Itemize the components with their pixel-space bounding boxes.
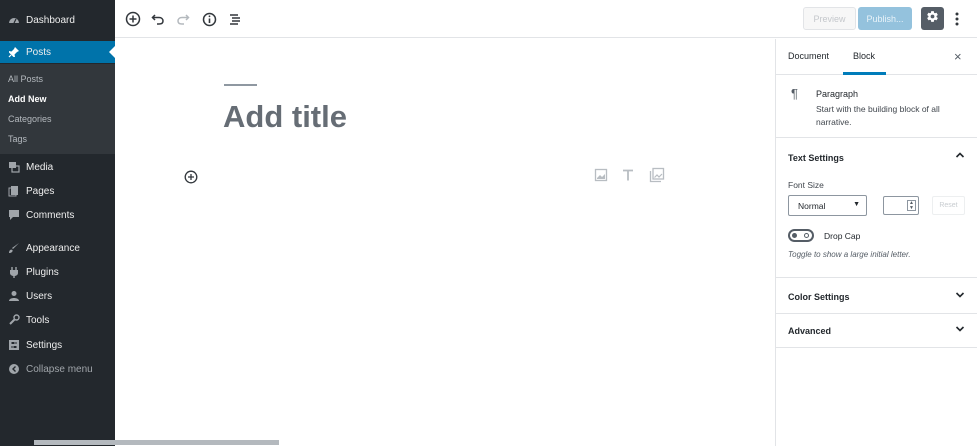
sidebar-item-settings[interactable]: Settings [0, 334, 115, 356]
color-settings-panel[interactable]: Color Settings [776, 279, 977, 314]
block-inserter-icon[interactable] [183, 169, 199, 185]
drop-cap-help-text: Toggle to show a large initial letter. [788, 250, 911, 259]
toggle-off-indicator [804, 233, 809, 238]
sidebar-item-label: Media [26, 161, 54, 173]
sidebar-item-dashboard[interactable]: Dashboard [0, 9, 115, 31]
drop-cap-toggle[interactable] [788, 229, 814, 242]
add-block-icon[interactable] [123, 9, 143, 29]
submenu-item-add-new[interactable]: Add New [8, 94, 47, 104]
tab-document[interactable]: Document [788, 51, 829, 61]
active-tab-indicator [843, 72, 886, 75]
sidebar-item-media[interactable]: Media [0, 156, 115, 178]
info-icon[interactable] [199, 9, 219, 29]
drop-cap-label: Drop Cap [824, 231, 861, 241]
collapse-icon [8, 363, 20, 375]
sidebar-item-label: Comments [26, 209, 75, 221]
submenu-item-tags[interactable]: Tags [8, 134, 27, 144]
comments-icon [8, 209, 20, 221]
sidebar-item-comments[interactable]: Comments [0, 204, 115, 226]
title-indicator-line [224, 84, 257, 86]
font-size-select[interactable]: Normal ▼ [788, 195, 867, 216]
preview-button[interactable]: Preview [803, 7, 856, 30]
paragraph-icon: ¶ [791, 86, 798, 101]
dashboard-icon [8, 14, 20, 26]
sidebar-item-label: Pages [26, 185, 55, 197]
sidebar-item-label: Posts [26, 46, 52, 58]
chevron-down-icon[interactable] [955, 325, 965, 336]
block-card-description: Start with the building block of all nar… [816, 104, 940, 127]
submenu-item-categories[interactable]: Categories [8, 114, 52, 124]
sidebar-item-label: Dashboard [26, 14, 75, 26]
appearance-icon [8, 242, 20, 254]
custom-font-size-input[interactable]: ▲ ▼ [883, 196, 919, 215]
pages-icon [8, 185, 20, 197]
block-card: ¶ Paragraph Start with the building bloc… [776, 76, 977, 138]
panel-tabs: Document Block × [776, 39, 977, 75]
settings-button[interactable] [921, 7, 944, 30]
sidebar-item-pages[interactable]: Pages [0, 180, 115, 202]
redo-icon[interactable] [173, 9, 193, 29]
tab-block[interactable]: Block [853, 51, 875, 61]
sidebar-item-label: Users [26, 290, 53, 302]
chevron-down-icon[interactable] [955, 291, 965, 302]
post-title-input[interactable]: Add title [223, 99, 347, 135]
pin-icon [8, 46, 20, 58]
sidebar-item-posts[interactable]: Posts [0, 41, 115, 63]
collapse-menu-button[interactable]: Collapse menu [0, 358, 115, 380]
dropdown-caret-icon: ▼ [853, 201, 860, 208]
font-size-value: Normal [798, 200, 826, 211]
outline-list-icon[interactable] [225, 9, 245, 29]
gear-icon [926, 10, 939, 28]
block-card-title: Paragraph [816, 89, 859, 99]
sidebar-item-tools[interactable]: Tools [0, 309, 115, 331]
sidebar-item-label: Settings [26, 339, 63, 351]
plugins-icon [8, 266, 20, 278]
heading-block-icon[interactable] [620, 167, 636, 183]
advanced-panel[interactable]: Advanced [776, 315, 977, 348]
admin-sidebar: Dashboard Posts All Posts Add New Catego… [0, 0, 115, 446]
sidebar-item-label: Tools [26, 314, 50, 326]
settings-sidebar: Document Block × ¶ Paragraph Start with … [775, 39, 977, 446]
image-block-icon[interactable] [593, 167, 609, 183]
tools-icon [8, 314, 20, 326]
horizontal-scrollbar[interactable] [34, 440, 279, 445]
submenu-item-all-posts[interactable]: All Posts [8, 74, 43, 84]
chevron-up-icon[interactable] [955, 151, 965, 162]
sidebar-item-label: Collapse menu [26, 363, 93, 375]
users-icon [8, 290, 20, 302]
media-icon [8, 161, 20, 173]
editor-canvas: Add title [115, 39, 775, 446]
sidebar-item-label: Plugins [26, 266, 59, 278]
settings-sliders-icon [8, 339, 20, 351]
text-settings-heading[interactable]: Text Settings [788, 153, 844, 163]
close-icon[interactable]: × [954, 49, 962, 64]
toggle-knob [792, 233, 797, 238]
sidebar-item-label: Appearance [26, 242, 80, 254]
editor-toolbar: Preview Publish... [115, 0, 977, 38]
advanced-heading[interactable]: Advanced [788, 326, 831, 336]
publish-button[interactable]: Publish... [858, 7, 912, 30]
sidebar-item-plugins[interactable]: Plugins [0, 261, 115, 283]
posts-submenu: All Posts Add New Categories Tags [0, 64, 115, 154]
more-options-icon[interactable] [951, 9, 963, 29]
reset-button[interactable]: Reset [932, 196, 965, 215]
number-spinner-icon[interactable]: ▲ ▼ [907, 200, 916, 211]
color-settings-heading[interactable]: Color Settings [788, 292, 850, 302]
undo-icon[interactable] [148, 9, 168, 29]
gallery-block-icon[interactable] [649, 167, 665, 183]
font-size-label: Font Size [788, 180, 824, 190]
sidebar-item-users[interactable]: Users [0, 285, 115, 307]
sidebar-item-appearance[interactable]: Appearance [0, 237, 115, 259]
